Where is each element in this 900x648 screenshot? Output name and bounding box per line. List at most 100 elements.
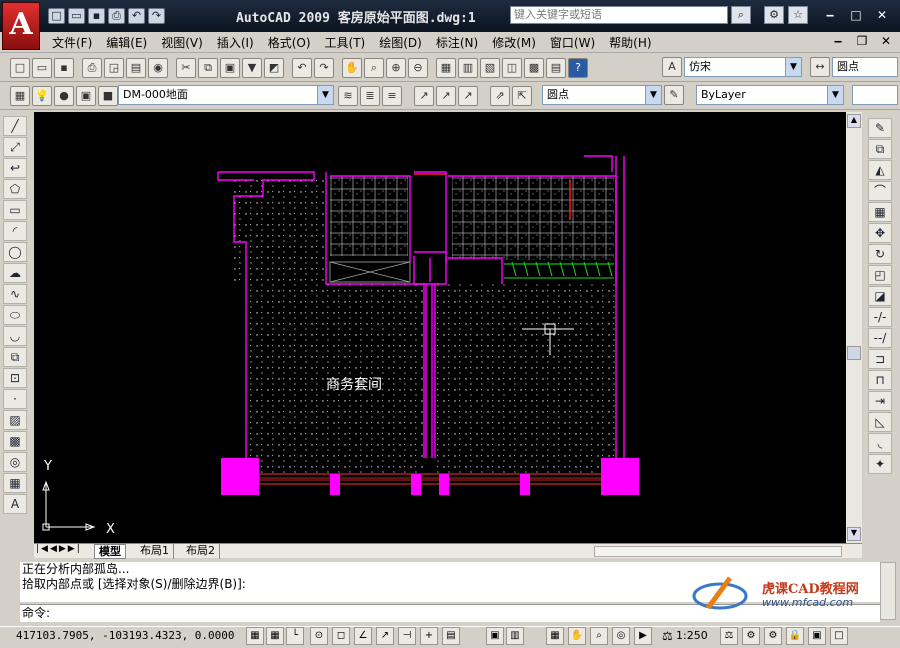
undo-toolbar-icon[interactable]: ↶ [292, 58, 312, 78]
point-icon[interactable]: · [3, 389, 27, 409]
chevron-down-icon[interactable]: ▼ [317, 86, 333, 104]
multileader-icon[interactable]: ↗ [414, 86, 434, 106]
redo-icon[interactable]: ↷ [148, 8, 165, 24]
menu-item[interactable]: 插入(I) [217, 34, 254, 51]
collect-leaders-icon[interactable]: ⇱ [512, 86, 532, 106]
plot-icon[interactable]: ⎙ [82, 58, 102, 78]
align-leaders-icon[interactable]: ⇗ [490, 86, 510, 106]
favorites-star-icon[interactable]: ☆ [788, 6, 808, 24]
properties-icon[interactable]: ▦ [436, 58, 456, 78]
ellipse-arc-icon[interactable]: ◡ [3, 326, 27, 346]
revision-cloud-icon[interactable]: ☁ [3, 263, 27, 283]
layer-manager-icon[interactable]: ▦ [10, 86, 30, 106]
extend-icon[interactable]: --/ [868, 328, 892, 348]
chevron-down-icon[interactable]: ▼ [827, 86, 843, 104]
rotate-icon[interactable]: ↻ [868, 244, 892, 264]
annotation-visibility-icon[interactable]: ⚖ [720, 627, 738, 645]
open-file-icon[interactable]: ▭ [32, 58, 52, 78]
layer-color-icon[interactable]: ■ [98, 86, 118, 106]
open-icon[interactable]: ▭ [68, 8, 85, 24]
remove-leader-icon[interactable]: ↗ [458, 86, 478, 106]
doc-restore-icon[interactable]: ❐ [852, 34, 872, 48]
3d-dwf-icon[interactable]: ◉ [148, 58, 168, 78]
ellipse-icon[interactable]: ⬭ [3, 305, 27, 325]
horizontal-scrollbar[interactable] [594, 546, 842, 557]
snap-toggle[interactable]: ▦ [246, 627, 264, 645]
trim-icon[interactable]: -/- [868, 307, 892, 327]
zoom-realtime-icon[interactable]: ⌕ [364, 58, 384, 78]
gradient-icon[interactable]: ▩ [3, 431, 27, 451]
join-icon[interactable]: ⇥ [868, 391, 892, 411]
text-style-icon[interactable]: A [662, 57, 682, 77]
drawing-canvas[interactable]: 商务套间 Y X [34, 112, 846, 543]
dim-style-icon[interactable]: ↔ [810, 57, 830, 77]
new-icon[interactable]: □ [48, 8, 65, 24]
search-input[interactable]: 键入关键字或短语 [510, 6, 728, 24]
menu-item[interactable]: 修改(M) [492, 34, 536, 51]
quick-view-layouts-toggle[interactable]: ▥ [506, 627, 524, 645]
close-icon[interactable]: ✕ [872, 8, 892, 22]
model-toggle[interactable]: ▣ [486, 627, 504, 645]
break-icon[interactable]: ⊓ [868, 370, 892, 390]
polar-toggle[interactable]: ⊙ [310, 627, 328, 645]
annotation-scale-icon[interactable]: ⚖ [662, 629, 673, 643]
layer-on-icon[interactable]: 💡 [32, 86, 52, 106]
annotation-scale[interactable]: 1:250 [676, 629, 708, 642]
workspace-icon[interactable]: ⚙ [764, 627, 782, 645]
plot-preview-icon[interactable]: ◲ [104, 58, 124, 78]
spline-icon[interactable]: ∿ [3, 284, 27, 304]
erase-icon[interactable]: ✎ [868, 118, 892, 138]
tab-nav-arrows-icon[interactable]: |◀◀▶▶| [36, 544, 82, 554]
doc-minimize-icon[interactable]: ‒ [828, 34, 848, 48]
scroll-up-icon[interactable]: ▲ [847, 114, 861, 128]
menu-item[interactable]: 标注(N) [436, 34, 478, 51]
polygon-icon[interactable]: ⬠ [3, 179, 27, 199]
add-leader-icon[interactable]: ↗ [436, 86, 456, 106]
stretch-icon[interactable]: ◪ [868, 286, 892, 306]
multileader-style-icon[interactable]: ✎ [664, 85, 684, 105]
chamfer-icon[interactable]: ◺ [868, 412, 892, 432]
maximize-icon[interactable]: □ [846, 8, 866, 22]
publish-icon[interactable]: ▤ [126, 58, 146, 78]
dyn-toggle[interactable]: ⊣ [398, 627, 416, 645]
application-menu-button[interactable]: A [2, 2, 40, 50]
doc-close-icon[interactable]: ✕ [876, 34, 896, 48]
fillet-icon[interactable]: ◟ [868, 433, 892, 453]
zoom-window-icon[interactable]: ⊕ [386, 58, 406, 78]
toolbar-lock-icon[interactable]: ▣ [808, 627, 826, 645]
help-icon[interactable]: ? [568, 58, 588, 78]
multiline-text-icon[interactable]: A [3, 494, 27, 514]
tab-layout2[interactable]: 布局2 [182, 544, 220, 559]
quick-view-drawings-toggle[interactable]: ▦ [546, 627, 564, 645]
block-editor-icon[interactable]: ◩ [264, 58, 284, 78]
make-block-icon[interactable]: ⊡ [3, 368, 27, 388]
ortho-toggle[interactable]: └ [286, 627, 304, 645]
otrack-toggle[interactable]: ∠ [354, 627, 372, 645]
region-icon[interactable]: ◎ [3, 452, 27, 472]
lwt-toggle[interactable]: + [420, 627, 438, 645]
menu-item[interactable]: 绘图(D) [379, 34, 422, 51]
hatch-icon[interactable]: ▨ [3, 410, 27, 430]
match-properties-icon[interactable]: ▼ [242, 58, 262, 78]
quickcalc-icon[interactable]: ▤ [546, 58, 566, 78]
auto-scale-icon[interactable]: ⚙ [742, 627, 760, 645]
zoom-toggle[interactable]: ⌕ [590, 627, 608, 645]
layer-freeze-icon[interactable]: ● [54, 86, 74, 106]
dim-style-select[interactable]: 圆点 [832, 57, 898, 77]
paste-icon[interactable]: ▣ [220, 58, 240, 78]
subscription-icon[interactable]: ⚙ [764, 6, 784, 24]
offset-icon[interactable]: ⌒ [868, 181, 892, 201]
osnap-toggle[interactable]: ◻ [332, 627, 350, 645]
vertical-scrollbar[interactable]: ▲ ▼ [846, 112, 862, 543]
copy-icon[interactable]: ⧉ [198, 58, 218, 78]
zoom-previous-icon[interactable]: ⊖ [408, 58, 428, 78]
mirror-icon[interactable]: ◭ [868, 160, 892, 180]
steering-wheel-toggle[interactable]: ◎ [612, 627, 630, 645]
menu-item[interactable]: 视图(V) [161, 34, 203, 51]
pan-toggle[interactable]: ✋ [568, 627, 586, 645]
save-file-icon[interactable]: ▪ [54, 58, 74, 78]
search-icon[interactable]: ⌕ [731, 6, 751, 24]
qp-toggle[interactable]: ▤ [442, 627, 460, 645]
color-select[interactable]: ByLayer ▼ [696, 85, 844, 105]
arc-icon[interactable]: ◜ [3, 221, 27, 241]
